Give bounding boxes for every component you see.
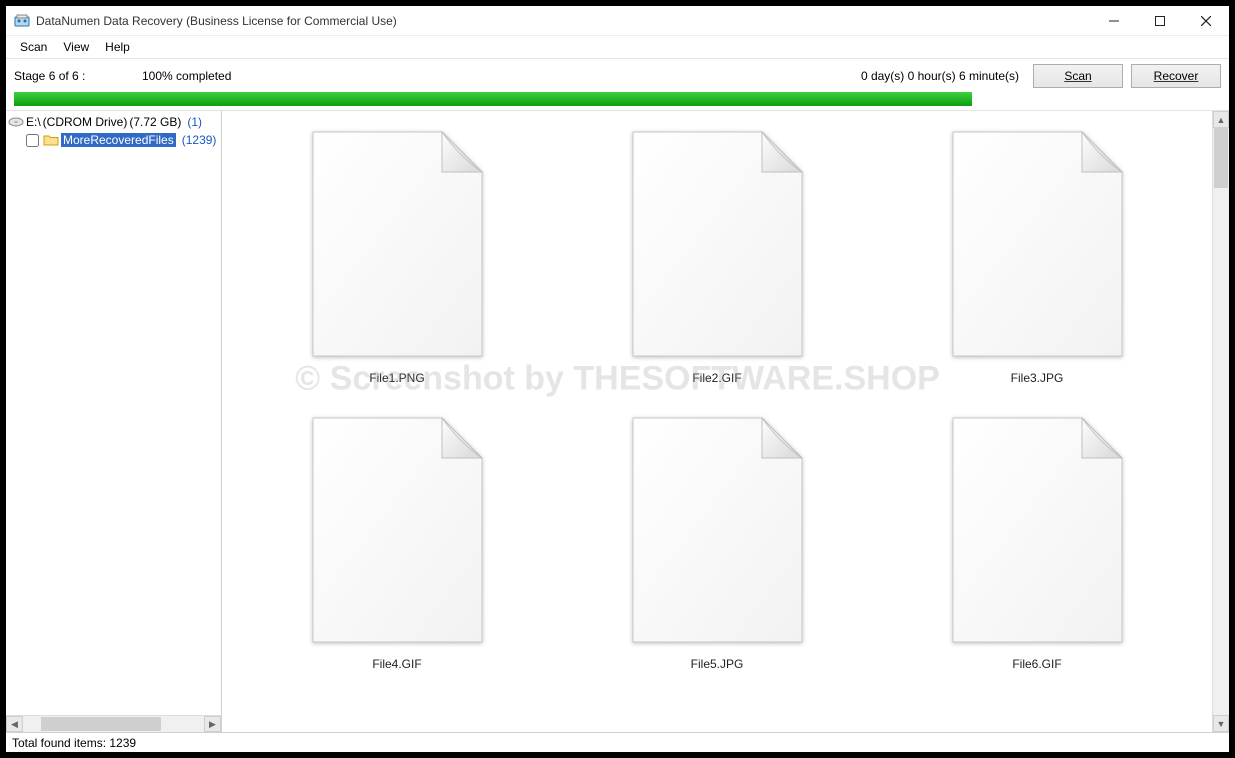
maximize-button[interactable] [1137, 6, 1183, 35]
percent-label: 100% completed [142, 69, 262, 83]
drive-desc: (CDROM Drive) [43, 115, 128, 129]
folder-name: MoreRecoveredFiles [61, 133, 176, 147]
files-scroll: File1.PNG File2.GIF File3.JPG File4.GIF [222, 111, 1212, 732]
tree-folder-row[interactable]: MoreRecoveredFiles (1239) [8, 131, 219, 149]
file-item[interactable]: File3.JPG [922, 129, 1152, 385]
vscroll-up-icon[interactable]: ▲ [1213, 111, 1229, 128]
file-item[interactable]: File2.GIF [602, 129, 832, 385]
app-icon [14, 13, 30, 29]
hscroll-right-icon[interactable]: ▶ [204, 716, 221, 732]
progress-bar [14, 92, 972, 106]
file-label: File5.JPG [691, 657, 744, 671]
file-item[interactable]: File5.JPG [602, 415, 832, 671]
close-button[interactable] [1183, 6, 1229, 35]
file-item[interactable]: File6.GIF [922, 415, 1152, 671]
files-grid: File1.PNG File2.GIF File3.JPG File4.GIF [222, 111, 1212, 689]
files-vscroll[interactable]: ▲ ▼ [1212, 111, 1229, 732]
vscroll-down-icon[interactable]: ▼ [1213, 715, 1229, 732]
menubar: Scan View Help [6, 36, 1229, 58]
stage-label: Stage 6 of 6 : [14, 69, 134, 83]
drive-icon [8, 115, 24, 129]
recover-button-label: Recover [1154, 69, 1199, 83]
file-item[interactable]: File4.GIF [282, 415, 512, 671]
file-item[interactable]: File1.PNG [282, 129, 512, 385]
hscroll-track[interactable] [23, 716, 204, 732]
body: E:\ (CDROM Drive) (7.72 GB) (1) MoreReco… [6, 110, 1229, 732]
file-label: File6.GIF [1012, 657, 1061, 671]
hscroll-thumb[interactable] [41, 717, 161, 731]
file-label: File3.JPG [1011, 371, 1064, 385]
menu-help[interactable]: Help [97, 38, 138, 56]
file-icon [310, 129, 485, 359]
progress-row: Stage 6 of 6 : 100% completed 0 day(s) 0… [6, 58, 1229, 92]
drive-size: (7.72 GB) [129, 115, 181, 129]
drive-path: E:\ [26, 115, 41, 129]
recover-button[interactable]: Recover [1131, 64, 1221, 88]
status-text: Total found items: 1239 [12, 736, 136, 750]
file-label: File4.GIF [372, 657, 421, 671]
folder-checkbox[interactable] [26, 134, 39, 147]
file-label: File1.PNG [369, 371, 424, 385]
file-icon [950, 415, 1125, 645]
hscroll-left-icon[interactable]: ◀ [6, 716, 23, 732]
statusbar: Total found items: 1239 [6, 732, 1229, 752]
scan-button-label: Scan [1064, 69, 1091, 83]
minimize-button[interactable] [1091, 6, 1137, 35]
window-title: DataNumen Data Recovery (Business Licens… [36, 14, 397, 28]
vscroll-thumb[interactable] [1214, 128, 1228, 188]
titlebar: DataNumen Data Recovery (Business Licens… [6, 6, 1229, 36]
scan-button[interactable]: Scan [1033, 64, 1123, 88]
elapsed-label: 0 day(s) 0 hour(s) 6 minute(s) [861, 69, 1025, 83]
file-icon [630, 129, 805, 359]
tree-drive-row[interactable]: E:\ (CDROM Drive) (7.72 GB) (1) [8, 113, 219, 131]
menu-scan[interactable]: Scan [12, 38, 55, 56]
sidebar-hscroll[interactable]: ◀ ▶ [6, 715, 221, 732]
file-icon [310, 415, 485, 645]
window-controls [1091, 6, 1229, 35]
vscroll-track[interactable] [1213, 128, 1229, 715]
folder-icon [43, 133, 59, 147]
folder-count: (1239) [182, 133, 217, 147]
files-wrap: File1.PNG File2.GIF File3.JPG File4.GIF [222, 111, 1229, 732]
file-icon [950, 129, 1125, 359]
app-window: DataNumen Data Recovery (Business Licens… [0, 0, 1235, 758]
menu-view[interactable]: View [55, 38, 97, 56]
drive-count: (1) [187, 115, 202, 129]
sidebar: E:\ (CDROM Drive) (7.72 GB) (1) MoreReco… [6, 111, 222, 732]
file-icon [630, 415, 805, 645]
file-label: File2.GIF [692, 371, 741, 385]
progress-bar-fill [14, 92, 972, 106]
tree: E:\ (CDROM Drive) (7.72 GB) (1) MoreReco… [6, 111, 221, 715]
